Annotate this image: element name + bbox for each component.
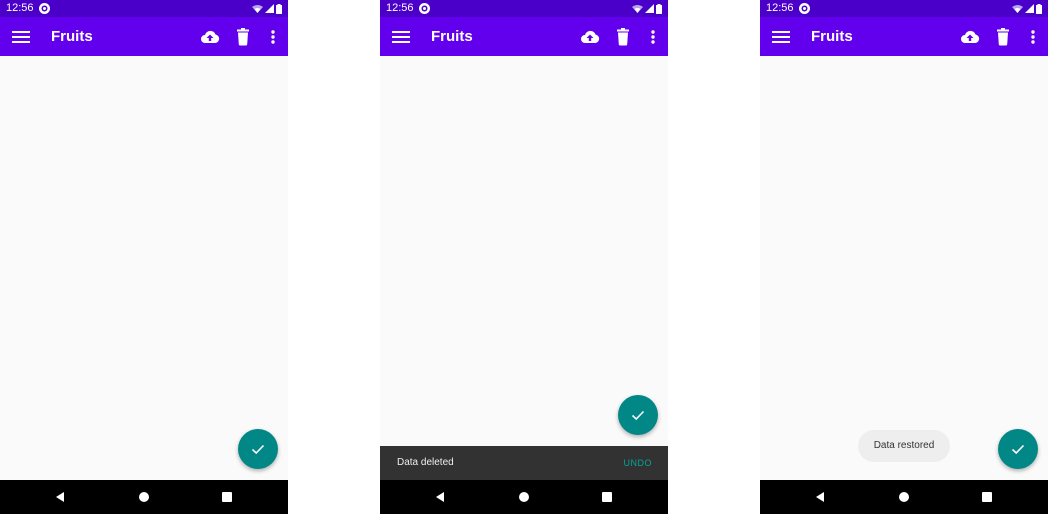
- menu-icon[interactable]: [771, 27, 791, 47]
- toast-message: Data restored: [858, 430, 950, 462]
- cloud-upload-icon[interactable]: [960, 27, 980, 47]
- app-title: Fruits: [51, 28, 93, 45]
- trash-icon[interactable]: [234, 27, 252, 47]
- status-bar: 12:56: [0, 0, 288, 17]
- app-indicator-icon: [39, 3, 50, 14]
- status-time: 12:56: [386, 2, 414, 14]
- signal-icon: [645, 4, 654, 13]
- menu-icon[interactable]: [11, 27, 31, 47]
- app-bar: Fruits: [0, 17, 288, 56]
- confirm-fab-button[interactable]: [238, 429, 278, 469]
- phone-screen-1: 12:56 Fruits: [0, 0, 288, 514]
- cloud-upload-icon[interactable]: [580, 27, 600, 47]
- check-icon: [251, 444, 265, 455]
- check-icon: [631, 410, 645, 421]
- content-area: [0, 56, 288, 480]
- signal-icon: [265, 4, 274, 13]
- more-vert-icon[interactable]: [266, 27, 280, 47]
- confirm-fab-button[interactable]: [998, 429, 1038, 469]
- nav-back-icon[interactable]: [434, 491, 446, 503]
- nav-back-icon[interactable]: [54, 491, 66, 503]
- nav-recents-icon[interactable]: [601, 491, 613, 503]
- undo-button[interactable]: UNDO: [624, 446, 653, 480]
- battery-icon: [1036, 3, 1042, 14]
- nav-home-icon[interactable]: [518, 491, 530, 503]
- app-title: Fruits: [431, 28, 473, 45]
- status-indicators: [252, 2, 282, 15]
- status-indicators: [1012, 2, 1042, 15]
- nav-home-icon[interactable]: [898, 491, 910, 503]
- check-icon: [1011, 444, 1025, 455]
- phone-screen-3: 12:56 Fruits Data restored: [760, 0, 1048, 514]
- snackbar: Data deleted UNDO: [380, 446, 668, 480]
- wifi-icon: [1012, 5, 1023, 13]
- navigation-bar: [760, 480, 1048, 514]
- battery-icon: [276, 3, 282, 14]
- more-vert-icon[interactable]: [646, 27, 660, 47]
- content-area: [760, 56, 1048, 480]
- app-title: Fruits: [811, 28, 853, 45]
- trash-icon[interactable]: [994, 27, 1012, 47]
- trash-icon[interactable]: [614, 27, 632, 47]
- navigation-bar: [380, 480, 668, 514]
- app-bar: Fruits: [380, 17, 668, 56]
- nav-recents-icon[interactable]: [221, 491, 233, 503]
- confirm-fab-button[interactable]: [618, 395, 658, 435]
- status-indicators: [632, 2, 662, 15]
- cloud-upload-icon[interactable]: [200, 27, 220, 47]
- status-time: 12:56: [766, 2, 794, 14]
- wifi-icon: [632, 5, 643, 13]
- more-vert-icon[interactable]: [1026, 27, 1040, 47]
- status-bar: 12:56: [380, 0, 668, 17]
- app-indicator-icon: [799, 3, 810, 14]
- status-time: 12:56: [6, 2, 34, 14]
- nav-recents-icon[interactable]: [981, 491, 993, 503]
- menu-icon[interactable]: [391, 27, 411, 47]
- phone-screen-2: 12:56 Fruits Data deleted UNDO: [380, 0, 668, 514]
- snackbar-message: Data deleted: [397, 457, 454, 468]
- nav-back-icon[interactable]: [814, 491, 826, 503]
- status-bar: 12:56: [760, 0, 1048, 17]
- wifi-icon: [252, 5, 263, 13]
- signal-icon: [1025, 4, 1034, 13]
- app-bar: Fruits: [760, 17, 1048, 56]
- nav-home-icon[interactable]: [138, 491, 150, 503]
- navigation-bar: [0, 480, 288, 514]
- app-indicator-icon: [419, 3, 430, 14]
- battery-icon: [656, 3, 662, 14]
